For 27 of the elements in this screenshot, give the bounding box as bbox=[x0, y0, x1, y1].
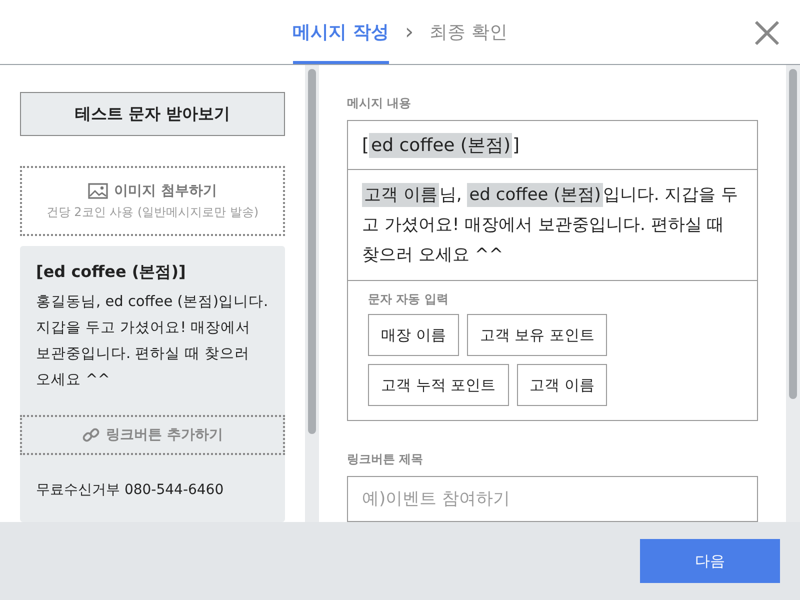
scrollbar-thumb[interactable] bbox=[789, 69, 797, 399]
attach-label: 이미지 첨부하기 bbox=[114, 182, 217, 200]
preview-body: 홍길동님, ed coffee (본점)입니다. 지갑을 두고 가셨어요! 매장에서 보관중입니다. 편하실 때 찾으러 오세요 ^^ bbox=[35, 293, 270, 390]
image-attach-button[interactable]: 이미지 첨부하기 건당 2코인 사용 (일반메시지로만 발송) bbox=[20, 166, 285, 236]
auto-input-label: 문자 자동 입력 bbox=[368, 291, 450, 308]
close-icon[interactable] bbox=[754, 20, 780, 46]
field-label: 메시지 내용 bbox=[347, 95, 412, 112]
preview-title: [ed coffee (본점)] bbox=[35, 261, 187, 283]
attach-note: 건당 2코인 사용 (일반메시지로만 발송) bbox=[46, 204, 259, 220]
next-button[interactable]: 다음 bbox=[640, 539, 780, 583]
insert-variable-button[interactable]: 매장 이름 bbox=[368, 314, 459, 356]
preview-footer-text: 무료수신거부 080-544-6460 bbox=[35, 481, 225, 499]
link-title-input[interactable]: 예)이벤트 참여하기 bbox=[347, 476, 758, 522]
insert-variable-button[interactable]: 고객 이름 bbox=[516, 364, 608, 406]
message-title-text: [ed coffee (본점)] bbox=[348, 121, 757, 170]
message-editor[interactable]: [ed coffee (본점)] 고객 이름 님, ed coffee (본점)입니다. 지갑을 두고 가셨어요! 매장에서 보관중입니다. 편하실 때 찾으러 오세요 ^^ 문자 자동 입력 매장 이름 고객 보유 포인트 고객 누적 포인트 고객 이름 bbox=[347, 120, 758, 421]
scrollbar-thumb[interactable] bbox=[308, 69, 316, 434]
message-body-text: 고객 이름 님, ed coffee (본점)입니다. 지갑을 두고 가셨어요! 매장에서 보관중입니다. 편하실 때 찾으러 오세요 ^^ bbox=[348, 170, 757, 281]
step-tab[interactable]: 메시지 작성 bbox=[292, 0, 389, 64]
insert-variable-button[interactable]: 고객 누적 포인트 bbox=[368, 364, 509, 406]
step-tab[interactable]: 최종 확인 bbox=[430, 0, 508, 64]
test-message-button[interactable]: 테스트 문자 받아보기 bbox=[20, 92, 285, 136]
image-icon bbox=[88, 182, 108, 198]
chevron-separator: › bbox=[404, 20, 414, 44]
insert-variable-button[interactable]: 고객 보유 포인트 bbox=[466, 314, 608, 356]
field-label: 링크버튼 제목 bbox=[347, 451, 424, 468]
link-icon bbox=[82, 426, 100, 444]
